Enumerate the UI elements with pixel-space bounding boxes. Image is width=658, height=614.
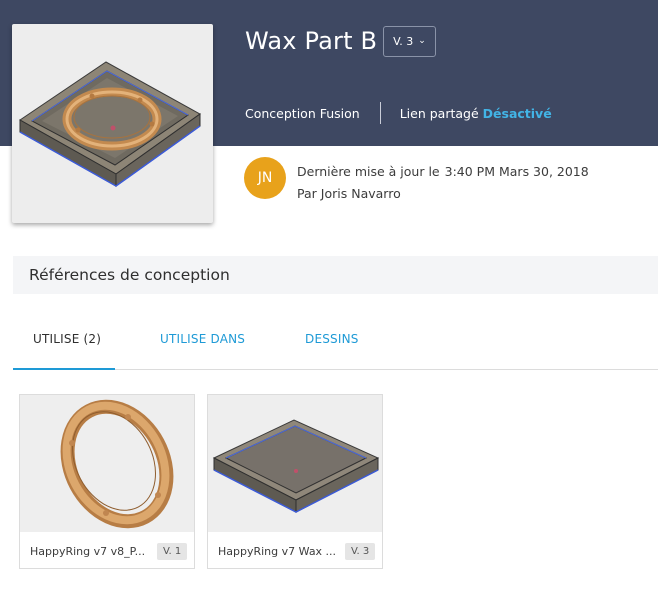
design-meta: Conception Fusion Lien partagé Désactivé [245, 102, 552, 124]
design-title: Wax Part B [245, 27, 378, 55]
version-label: V. 3 [393, 35, 414, 48]
design-type: Conception Fusion [245, 105, 360, 121]
active-tab-indicator [13, 368, 115, 370]
last-updated: Dernière mise à jour le 3:40 PM Mars 30, … [297, 164, 589, 179]
last-updated-label: Dernière mise à jour le [297, 164, 440, 179]
reference-name: HappyRing v7 v8_P... [30, 545, 146, 558]
ring-model-thumbnail-icon [60, 399, 174, 529]
design-references-header: Références de conception [13, 256, 658, 294]
author-prefix: Par [297, 186, 317, 201]
design-thumbnail [12, 24, 213, 223]
section-title: Références de conception [29, 266, 230, 284]
avatar: JN [244, 157, 286, 199]
version-dropdown[interactable]: V. 3 ⌄ [383, 26, 436, 57]
author-name: Joris Navarro [320, 186, 401, 201]
shared-link-label: Lien partagé [399, 105, 479, 121]
references-tabs: UTILISE (2) UTILISE DANS DESSINS [13, 322, 658, 370]
reference-version-badge: V. 3 [345, 543, 376, 560]
reference-card[interactable]: HappyRing v7 Wax ... V. 3 [207, 394, 383, 569]
tab-used-in[interactable]: UTILISE DANS [160, 332, 245, 346]
tray-model-thumbnail-icon [212, 419, 380, 513]
reference-card[interactable]: HappyRing v7 v8_P... V. 1 [19, 394, 195, 569]
tab-drawings[interactable]: DESSINS [305, 332, 359, 346]
author-line: Par Joris Navarro [297, 186, 401, 201]
reference-name: HappyRing v7 Wax ... [218, 545, 337, 558]
avatar-initials: JN [257, 170, 273, 186]
reference-thumbnail [208, 395, 382, 532]
tab-uses[interactable]: UTILISE (2) [33, 332, 101, 346]
shared-link-toggle[interactable]: Désactivé [483, 106, 552, 121]
meta-divider [379, 102, 381, 124]
chevron-down-icon: ⌄ [418, 35, 426, 46]
tray-with-ring-model-thumbnail-icon [19, 61, 201, 187]
reference-thumbnail [20, 395, 194, 532]
reference-version-badge: V. 1 [157, 543, 188, 560]
last-updated-timestamp: 3:40 PM Mars 30, 2018 [444, 164, 589, 179]
